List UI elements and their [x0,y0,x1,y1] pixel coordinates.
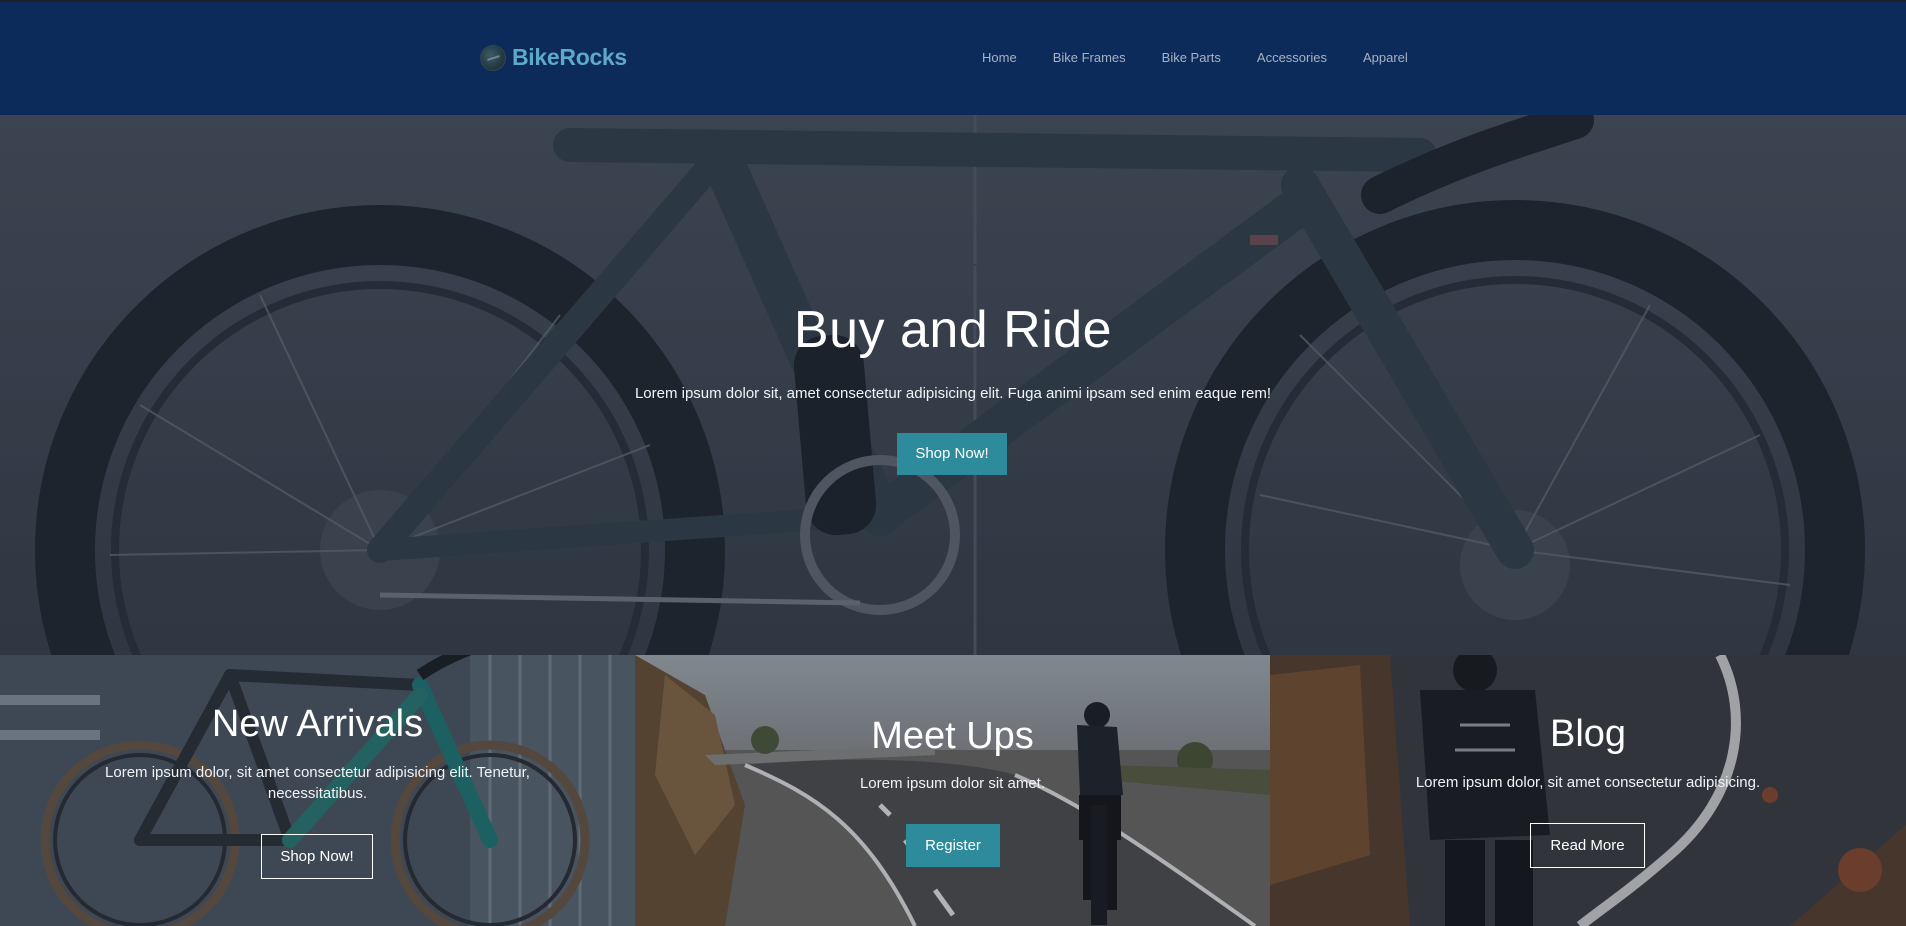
logo-icon [480,44,506,71]
card-new-arrivals: New Arrivals Lorem ipsum dolor, sit amet… [0,655,635,926]
card-blog: Blog Lorem ipsum dolor, sit amet consect… [1270,655,1906,926]
brand[interactable]: BikeRocks [480,44,627,71]
card-title: New Arrivals [211,703,424,745]
card-title: Meet Ups [871,715,1034,757]
hero-shop-now-button[interactable]: Shop Now! [897,433,1007,475]
card-meet-ups: Meet Ups Lorem ipsum dolor sit amet. Reg… [635,655,1270,926]
hero-title: Buy and Ride [793,301,1113,359]
card-title: Blog [1549,713,1627,755]
hero-section: Buy and Ride Lorem ipsum dolor sit, amet… [0,115,1906,655]
read-more-button[interactable]: Read More [1530,823,1645,868]
register-button[interactable]: Register [906,824,1000,867]
card-text: Lorem ipsum dolor sit amet. [859,775,1046,792]
nav-item-bike-parts[interactable]: Bike Parts [1162,50,1221,65]
nav-item-apparel[interactable]: Apparel [1363,50,1408,65]
new-arrivals-shop-now-button[interactable]: Shop Now! [261,834,373,879]
main-nav: Home Bike Frames Bike Parts Accessories … [982,50,1444,65]
hero-text: Lorem ipsum dolor sit, amet consectetur … [634,385,1272,402]
nav-item-bike-frames[interactable]: Bike Frames [1053,50,1126,65]
card-text: Lorem ipsum dolor, sit amet consectetur … [1415,774,1761,791]
nav-item-home[interactable]: Home [982,50,1017,65]
site-header: BikeRocks Home Bike Frames Bike Parts Ac… [0,0,1906,115]
brand-name: BikeRocks [512,44,627,70]
nav-item-accessories[interactable]: Accessories [1257,50,1327,65]
card-text: Lorem ipsum dolor, sit amet consectetur … [105,764,530,802]
